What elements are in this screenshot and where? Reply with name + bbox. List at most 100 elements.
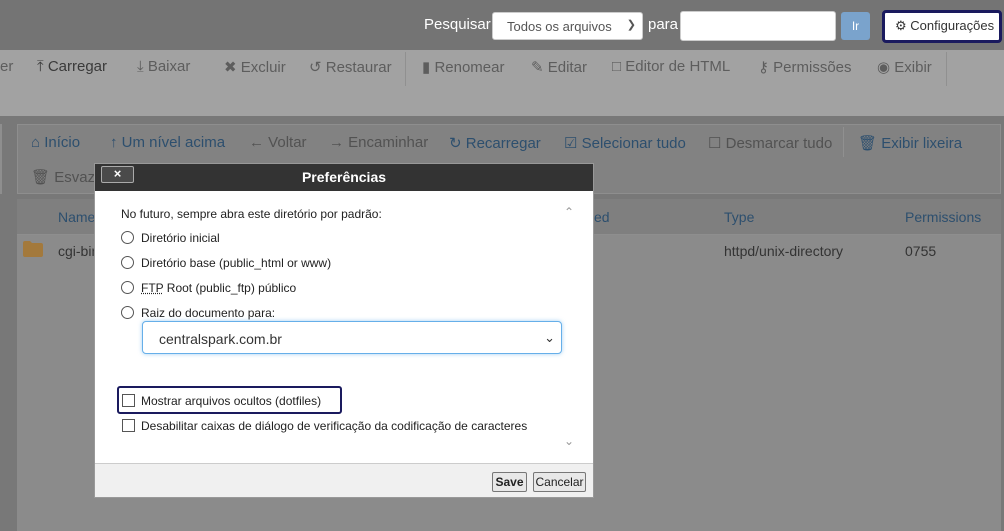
gear-icon: ⚙	[895, 18, 907, 33]
up-level-button[interactable]: ↑ Um nível acima	[110, 134, 225, 151]
default-dir-prompt: No futuro, sempre abra este diretório po…	[121, 207, 382, 221]
chevron-down-icon: ❯	[626, 19, 636, 31]
chevron-down-icon[interactable]: ⌄	[564, 434, 574, 448]
column-modified-header[interactable]: ed	[594, 209, 610, 225]
empty-square-icon: ☐	[708, 135, 722, 152]
preferences-dialog: Preferências × No futuro, sempre abra es…	[94, 163, 594, 498]
delete-label: Excluir	[240, 59, 286, 76]
settings-label: Configurações	[910, 18, 995, 33]
column-permissions-header[interactable]: Permissions	[905, 209, 981, 225]
edit-label: Editar	[547, 59, 587, 76]
nav-divider	[843, 127, 844, 157]
eye-icon: ◉	[877, 59, 891, 76]
settings-button[interactable]: ⚙ Configurações	[882, 10, 1002, 43]
view-label: Exibir	[894, 59, 932, 76]
column-name-header[interactable]: Name	[58, 209, 95, 225]
permissions-label: Permissões	[773, 59, 852, 76]
search-scope-value: Todos os arquivos	[507, 19, 612, 34]
unselect-all-button[interactable]: ☐ Desmarcar tudo	[708, 134, 832, 152]
folder-icon	[23, 241, 43, 257]
delete-button[interactable]: ✖ Excluir	[224, 58, 286, 76]
dialog-footer: Save Cancelar	[95, 463, 593, 497]
trash-icon: 🗑	[858, 135, 878, 152]
download-label: Baixar	[147, 58, 191, 75]
radio-home-dir-label: Diretório inicial	[141, 231, 220, 245]
pencil-icon: ✎	[531, 59, 544, 76]
toolbar-divider	[405, 52, 406, 86]
search-scope-select[interactable]: Todos os arquivos ❯	[492, 12, 643, 40]
html-editor-label: Editor de HTML	[625, 58, 731, 75]
download-icon: ⤓	[137, 58, 144, 75]
arrow-right-icon: →	[329, 134, 344, 151]
close-icon: ✖	[224, 59, 237, 76]
dialog-close-button[interactable]: ×	[101, 166, 134, 183]
edit-square-icon: □	[612, 58, 622, 75]
go-button[interactable]: Ir	[841, 12, 870, 40]
file-type-cell: httpd/unix-directory	[724, 243, 844, 259]
file-icon: ▮	[422, 59, 431, 76]
undo-icon: ↺	[309, 59, 322, 76]
back-label: Voltar	[268, 134, 307, 151]
upload-icon: ⤒	[37, 58, 44, 75]
reload-label: Recarregar	[465, 135, 541, 152]
cancel-button[interactable]: Cancelar	[533, 472, 586, 492]
restore-label: Restaurar	[325, 59, 392, 76]
radio-document-root-label: Raiz do documento para:	[141, 306, 276, 320]
show-hidden-files-label: Mostrar arquivos ocultos (dotfiles)	[141, 394, 322, 408]
view-button[interactable]: ◉ Exibir	[877, 58, 932, 76]
reload-button[interactable]: ↻ Recarregar	[449, 134, 541, 152]
file-permissions-cell: 0755	[905, 243, 937, 259]
forward-button[interactable]: → Encaminhar	[329, 134, 428, 151]
arrow-left-icon: ←	[249, 134, 264, 151]
home-icon: ⌂	[31, 134, 41, 151]
ftp-abbr: FTP	[141, 281, 164, 295]
left-panel-edge	[0, 124, 2, 194]
permissions-button[interactable]: ⚷ Permissões	[758, 58, 852, 76]
search-input[interactable]	[680, 11, 836, 41]
upload-label: Carregar	[47, 58, 107, 75]
up-level-label: Um nível acima	[121, 134, 226, 151]
show-hidden-files-checkbox[interactable]	[122, 394, 135, 407]
toolbar-divider	[946, 52, 947, 86]
upload-button[interactable]: ⤒ Carregar	[37, 58, 107, 75]
dialog-title: Preferências	[95, 164, 593, 191]
trash-icon: 🗑	[31, 169, 51, 186]
radio-base-dir-label: Diretório base (public_html or www)	[141, 256, 332, 270]
radio-ftp-root[interactable]	[121, 281, 134, 294]
for-label: para	[648, 16, 679, 33]
column-type-header[interactable]: Type	[724, 209, 754, 225]
chevron-up-icon[interactable]: ⌃	[564, 205, 574, 219]
search-label: Pesquisar	[424, 16, 491, 33]
rename-label: Renomear	[434, 59, 505, 76]
radio-home-dir[interactable]	[121, 231, 134, 244]
toolbar-partial-item[interactable]: er	[0, 58, 13, 75]
document-root-value: centralspark.com.br	[159, 331, 282, 347]
html-editor-button[interactable]: □ Editor de HTML	[612, 58, 730, 75]
view-trash-button[interactable]: 🗑 Exibir lixeira	[858, 134, 962, 152]
radio-ftp-root-label: FTP Root (public_ftp) público	[141, 281, 296, 295]
disable-encoding-check-label: Desabilitar caixas de diálogo de verific…	[141, 419, 528, 433]
check-square-icon: ☑	[564, 135, 578, 152]
forward-label: Encaminhar	[348, 134, 429, 151]
back-button[interactable]: ← Voltar	[249, 134, 307, 151]
key-icon: ⚷	[758, 59, 769, 76]
ftp-root-label-rest: Root (public_ftp) público	[163, 281, 297, 295]
save-button[interactable]: Save	[492, 472, 527, 492]
select-all-label: Selecionar tudo	[581, 135, 686, 152]
view-trash-label: Exibir lixeira	[881, 135, 963, 152]
radio-base-dir[interactable]	[121, 256, 134, 269]
document-root-select[interactable]: centralspark.com.br ⌄	[142, 321, 562, 354]
disable-encoding-check-checkbox[interactable]	[122, 419, 135, 432]
level-up-icon: ↑	[110, 134, 118, 151]
chevron-down-icon: ⌄	[544, 330, 555, 345]
rename-button[interactable]: ▮ Renomear	[422, 58, 504, 76]
download-button[interactable]: ⤓ Baixar	[137, 58, 190, 75]
home-button[interactable]: ⌂ Início	[31, 134, 80, 151]
select-all-button[interactable]: ☑ Selecionar tudo	[564, 134, 686, 152]
edit-button[interactable]: ✎ Editar	[531, 58, 587, 76]
radio-document-root[interactable]	[121, 306, 134, 319]
refresh-icon: ↻	[449, 135, 462, 152]
unselect-all-label: Desmarcar tudo	[725, 135, 833, 152]
home-label: Início	[44, 134, 81, 151]
restore-button[interactable]: ↺ Restaurar	[309, 58, 392, 76]
